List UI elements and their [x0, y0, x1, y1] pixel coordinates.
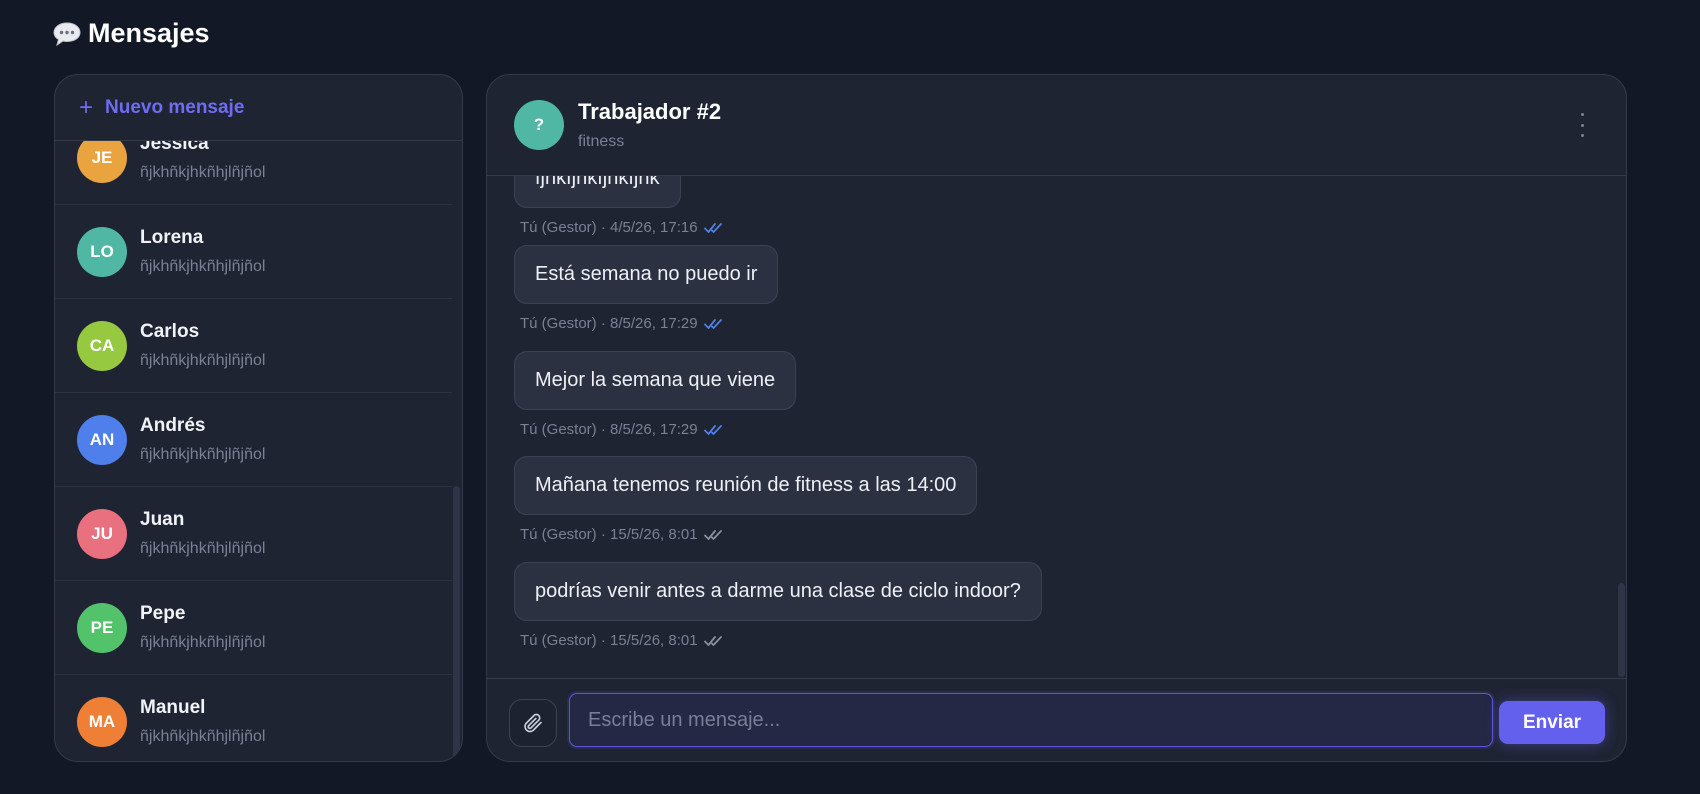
- chat-panel: ? Trabajador #2 fitness fjhkfjhkfjhkfjhk…: [486, 74, 1627, 762]
- message-bubble: Mañana tenemos reunión de fitness a las …: [514, 456, 978, 515]
- message-meta-text: Tú (Gestor) · 4/5/26, 17:16: [520, 219, 698, 236]
- contact-name: Lorena: [140, 227, 204, 248]
- conversation-sidebar: + Nuevo mensaje JE Jessica ñjkhñkjhkñhjl…: [54, 74, 463, 762]
- chat-header: ? Trabajador #2 fitness: [487, 75, 1626, 176]
- message-meta-text: Tú (Gestor) · 8/5/26, 17:29: [520, 315, 698, 332]
- contact-item-pepe[interactable]: PE Pepe ñjkhñkjhkñhjlñjñol: [55, 581, 452, 675]
- double-check-icon: [703, 222, 722, 233]
- message-bubble: podrías venir antes a darme una clase de…: [514, 562, 1042, 621]
- message-composer: Enviar: [487, 678, 1626, 761]
- message-meta: Tú (Gestor) · 15/5/26, 8:01: [520, 526, 977, 543]
- page-title: Mensajes: [52, 18, 210, 49]
- message-meta-text: Tú (Gestor) · 8/5/26, 17:29: [520, 421, 698, 438]
- chat-contact-subtitle: fitness: [578, 133, 625, 150]
- avatar: LO: [77, 226, 127, 277]
- avatar: AN: [77, 414, 127, 465]
- message: Mañana tenemos reunión de fitness a las …: [514, 456, 978, 543]
- message: Está semana no puedo ir Tú (Gestor) · 8/…: [514, 245, 779, 332]
- contact-item-manuel[interactable]: MA Manuel ñjkhñkjhkñhjlñjñol: [55, 675, 452, 761]
- message-meta: Tú (Gestor) · 4/5/26, 17:16: [520, 219, 726, 236]
- contact-name: Pepe: [140, 603, 186, 624]
- avatar: JE: [77, 141, 127, 183]
- speech-bubble-icon: [53, 21, 81, 46]
- sidebar-scrollbar[interactable]: [453, 486, 460, 761]
- contact-item-andres[interactable]: AN Andrés ñjkhñkjhkñhjlñjñol: [55, 393, 452, 487]
- avatar: JU: [77, 508, 127, 559]
- double-check-icon: [703, 529, 722, 540]
- message: Mejor la semana que viene Tú (Gestor) · …: [514, 351, 797, 438]
- message-meta-text: Tú (Gestor) · 15/5/26, 8:01: [520, 526, 698, 543]
- new-message-label: Nuevo mensaje: [105, 96, 245, 118]
- contact-preview: ñjkhñkjhkñhjlñjñol: [140, 164, 266, 181]
- contact-preview: ñjkhñkjhkñhjlñjñol: [140, 728, 266, 745]
- attach-button[interactable]: [509, 699, 557, 747]
- contact-item-carlos[interactable]: CA Carlos ñjkhñkjhkñhjlñjñol: [55, 299, 452, 393]
- contact-name: Carlos: [140, 321, 200, 342]
- double-check-icon: [703, 318, 722, 329]
- contact-name: Andrés: [140, 415, 206, 436]
- message-input[interactable]: [569, 693, 1493, 747]
- message-meta: Tú (Gestor) · 8/5/26, 17:29: [520, 421, 796, 438]
- contact-preview: ñjkhñkjhkñhjlñjñol: [140, 540, 266, 557]
- contact-name: Jessica: [140, 141, 209, 154]
- message-bubble: Mejor la semana que viene: [514, 351, 797, 410]
- double-check-icon: [703, 635, 722, 646]
- avatar: ?: [514, 100, 564, 150]
- message-meta: Tú (Gestor) · 8/5/26, 17:29: [520, 315, 778, 332]
- send-button[interactable]: Enviar: [1499, 701, 1605, 744]
- message-meta: Tú (Gestor) · 15/5/26, 8:01: [520, 632, 1042, 649]
- page-title-text: Mensajes: [88, 18, 210, 48]
- contact-preview: ñjkhñkjhkñhjlñjñol: [140, 446, 266, 463]
- contact-name: Manuel: [140, 697, 206, 718]
- contact-preview: ñjkhñkjhkñhjlñjñol: [140, 258, 266, 275]
- contact-preview: ñjkhñkjhkñhjlñjñol: [140, 352, 266, 369]
- contact-item-jessica[interactable]: JE Jessica ñjkhñkjhkñhjlñjñol: [55, 141, 452, 205]
- plus-icon: +: [79, 93, 94, 121]
- message-meta-text: Tú (Gestor) · 15/5/26, 8:01: [520, 632, 698, 649]
- more-vertical-icon[interactable]: [1578, 113, 1586, 137]
- message-bubble: Está semana no puedo ir: [514, 245, 779, 304]
- contact-list[interactable]: JE Jessica ñjkhñkjhkñhjlñjñol LO Lorena …: [55, 141, 462, 761]
- double-check-icon: [703, 424, 722, 435]
- contact-item-lorena[interactable]: LO Lorena ñjkhñkjhkñhjlñjñol: [55, 205, 452, 299]
- message-bubble: fjhkfjhkfjhkfjhk: [514, 176, 681, 208]
- message: fjhkfjhkfjhkfjhk Tú (Gestor) · 4/5/26, 1…: [514, 176, 726, 236]
- contact-item-juan[interactable]: JU Juan ñjkhñkjhkñhjlñjñol: [55, 487, 452, 581]
- contact-name: Juan: [140, 509, 185, 530]
- message: podrías venir antes a darme una clase de…: [514, 562, 1042, 649]
- avatar: CA: [77, 320, 127, 371]
- paperclip-icon: [524, 713, 542, 733]
- chat-scrollbar[interactable]: [1618, 583, 1625, 677]
- contact-preview: ñjkhñkjhkñhjlñjñol: [140, 634, 266, 651]
- avatar: MA: [77, 696, 127, 747]
- chat-contact-name: Trabajador #2: [578, 99, 722, 124]
- new-message-button[interactable]: + Nuevo mensaje: [55, 75, 462, 141]
- avatar: PE: [77, 602, 127, 653]
- message-list[interactable]: fjhkfjhkfjhkfjhk Tú (Gestor) · 4/5/26, 1…: [487, 176, 1626, 679]
